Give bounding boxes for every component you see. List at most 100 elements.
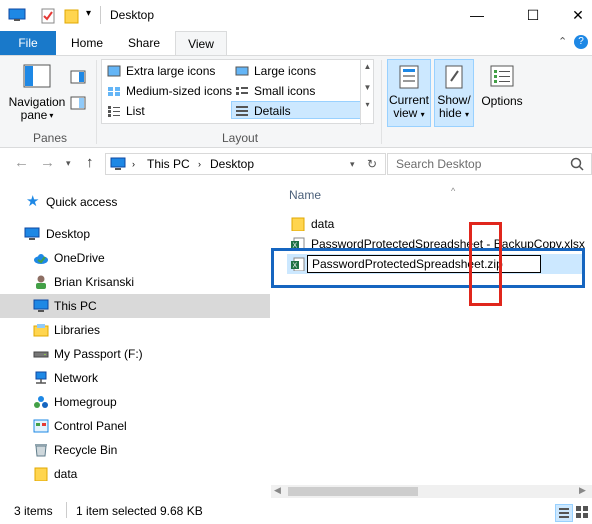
layout-medium-icons[interactable]: Medium-sized icons [104, 82, 232, 100]
breadcrumb-desktop[interactable]: Desktop [210, 157, 254, 171]
recent-locations-icon[interactable]: ▾ [66, 158, 71, 169]
up-arrow-icon[interactable]: ↑ [86, 154, 94, 171]
network-icon [35, 371, 47, 384]
details-icon [236, 106, 248, 116]
status-bar: 3 items 1 item selected 9.68 KB [0, 498, 592, 524]
explorer-window-icon[interactable] [8, 8, 26, 25]
extra-large-icons-icon [107, 65, 121, 77]
forward-arrow-icon[interactable]: → [40, 154, 55, 171]
nav-item-desktop[interactable]: Desktop [0, 222, 270, 246]
more-layouts-icon[interactable]: ▾ [361, 100, 374, 109]
customize-toolbar-icon[interactable]: ▾ [86, 8, 91, 19]
title-bar: ▾ Desktop — ☐ ✕ [0, 0, 592, 31]
layout-gallery: Extra large icons Large icons Medium-siz… [101, 59, 374, 125]
layout-details[interactable]: Details [231, 101, 361, 119]
nav-item-this-pc[interactable]: This PC [0, 294, 270, 318]
refresh-icon[interactable]: ↻ [367, 157, 377, 171]
navigation-pane-icon [23, 64, 51, 88]
properties-icon[interactable] [40, 8, 56, 27]
libraries-icon [33, 324, 49, 337]
tab-file[interactable]: File [0, 31, 56, 56]
search-placeholder: Search Desktop [396, 157, 482, 171]
layout-large-icons[interactable]: Large icons [232, 62, 360, 80]
homegroup-icon [34, 396, 48, 408]
layout-gallery-scroll[interactable]: ▲ ▼ ▾ [360, 60, 374, 125]
horizontal-scrollbar-thumb[interactable] [288, 487, 418, 496]
selected-size: 9.68 KB [160, 504, 203, 518]
help-icon[interactable]: ? [574, 35, 588, 49]
show-hide-icon [445, 65, 463, 89]
details-pane-icon[interactable] [70, 96, 86, 113]
breadcrumb-separator-icon: › [198, 159, 201, 169]
ribbon-tabs: File Home Share View ⌃ ? [0, 31, 592, 56]
close-button[interactable]: ✕ [555, 0, 592, 30]
nav-item-data[interactable]: data [0, 462, 270, 486]
nav-item-recycle-bin[interactable]: Recycle Bin [0, 438, 270, 462]
column-header-name[interactable]: ^ Name [289, 186, 455, 202]
scroll-up-icon[interactable]: ▲ [361, 62, 374, 71]
group-separator [96, 60, 97, 144]
nav-item-user[interactable]: Brian Krisanski [0, 270, 270, 294]
annotation-highlight-blue [271, 248, 585, 288]
details-view-toggle-icon[interactable] [555, 504, 573, 522]
search-input[interactable]: Search Desktop [387, 153, 592, 175]
folder-icon [34, 467, 48, 481]
horizontal-scrollbar[interactable]: ◀ ▶ [271, 485, 592, 498]
tab-share[interactable]: Share [116, 31, 172, 56]
breadcrumb-separator-icon: › [132, 159, 135, 169]
address-dropdown-icon[interactable]: ▾ [350, 159, 355, 170]
search-icon [570, 157, 584, 171]
navigation-pane-button[interactable]: Navigation pane ▾ [6, 62, 68, 122]
recycle-bin-icon [35, 444, 47, 457]
current-view-button[interactable]: Current view ▾ [387, 59, 431, 127]
status-divider [66, 502, 67, 518]
current-view-icon [399, 65, 419, 89]
scroll-left-icon[interactable]: ◀ [274, 485, 281, 496]
small-icons-icon [236, 87, 248, 95]
back-arrow-icon[interactable]: ← [14, 154, 29, 171]
show-hide-button[interactable]: Show/ hide ▾ [434, 59, 474, 127]
nav-item-network[interactable]: Network [0, 366, 270, 390]
layout-extra-large-icons[interactable]: Extra large icons [104, 62, 232, 80]
scroll-down-icon[interactable]: ▼ [361, 83, 374, 92]
options-icon [490, 65, 514, 87]
medium-icons-icon [108, 87, 120, 96]
folder-icon [291, 217, 305, 231]
desktop-icon [24, 227, 40, 240]
large-icons-view-toggle-icon[interactable] [574, 504, 592, 522]
layout-small-icons[interactable]: Small icons [232, 82, 360, 100]
preview-pane-icon[interactable] [70, 70, 86, 87]
nav-item-onedrive[interactable]: OneDrive [0, 246, 270, 270]
navigation-pane: ★ Quick access Desktop OneDrive Brian Kr… [0, 180, 270, 498]
vertical-divider [100, 6, 101, 24]
file-row[interactable]: data [287, 214, 587, 234]
this-pc-icon [110, 157, 126, 170]
layout-list[interactable]: List [104, 102, 232, 120]
tab-view[interactable]: View [175, 31, 227, 56]
group-separator [381, 60, 382, 144]
address-bar[interactable]: › This PC › Desktop ▾ ↻ [105, 153, 386, 175]
star-icon: ★ [26, 193, 40, 210]
layout-group-label: Layout [222, 131, 259, 145]
nav-item-my-passport[interactable]: My Passport (F:) [0, 342, 270, 366]
options-button[interactable]: Options [478, 63, 526, 108]
tab-home[interactable]: Home [60, 31, 114, 56]
sort-indicator-icon: ^ [451, 186, 456, 196]
control-panel-icon [33, 419, 49, 433]
ribbon-view-panel: Navigation pane ▾ Panes Extra large icons… [0, 55, 592, 148]
drive-icon [33, 351, 49, 358]
maximize-button[interactable]: ☐ [510, 0, 556, 30]
user-icon [36, 275, 46, 289]
selected-count: 1 item selected [76, 504, 157, 518]
minimize-button[interactable]: — [454, 0, 500, 30]
new-folder-icon[interactable] [64, 8, 80, 27]
collapse-ribbon-icon[interactable]: ⌃ [558, 35, 567, 48]
breadcrumb-this-pc[interactable]: This PC [147, 157, 190, 171]
nav-item-homegroup[interactable]: Homegroup [0, 390, 270, 414]
nav-item-libraries[interactable]: Libraries [0, 318, 270, 342]
scroll-right-icon[interactable]: ▶ [579, 485, 586, 496]
this-pc-icon [33, 299, 49, 312]
nav-item-quick-access[interactable]: ★ Quick access [0, 190, 270, 214]
nav-item-control-panel[interactable]: Control Panel [0, 414, 270, 438]
list-icon [108, 106, 120, 117]
